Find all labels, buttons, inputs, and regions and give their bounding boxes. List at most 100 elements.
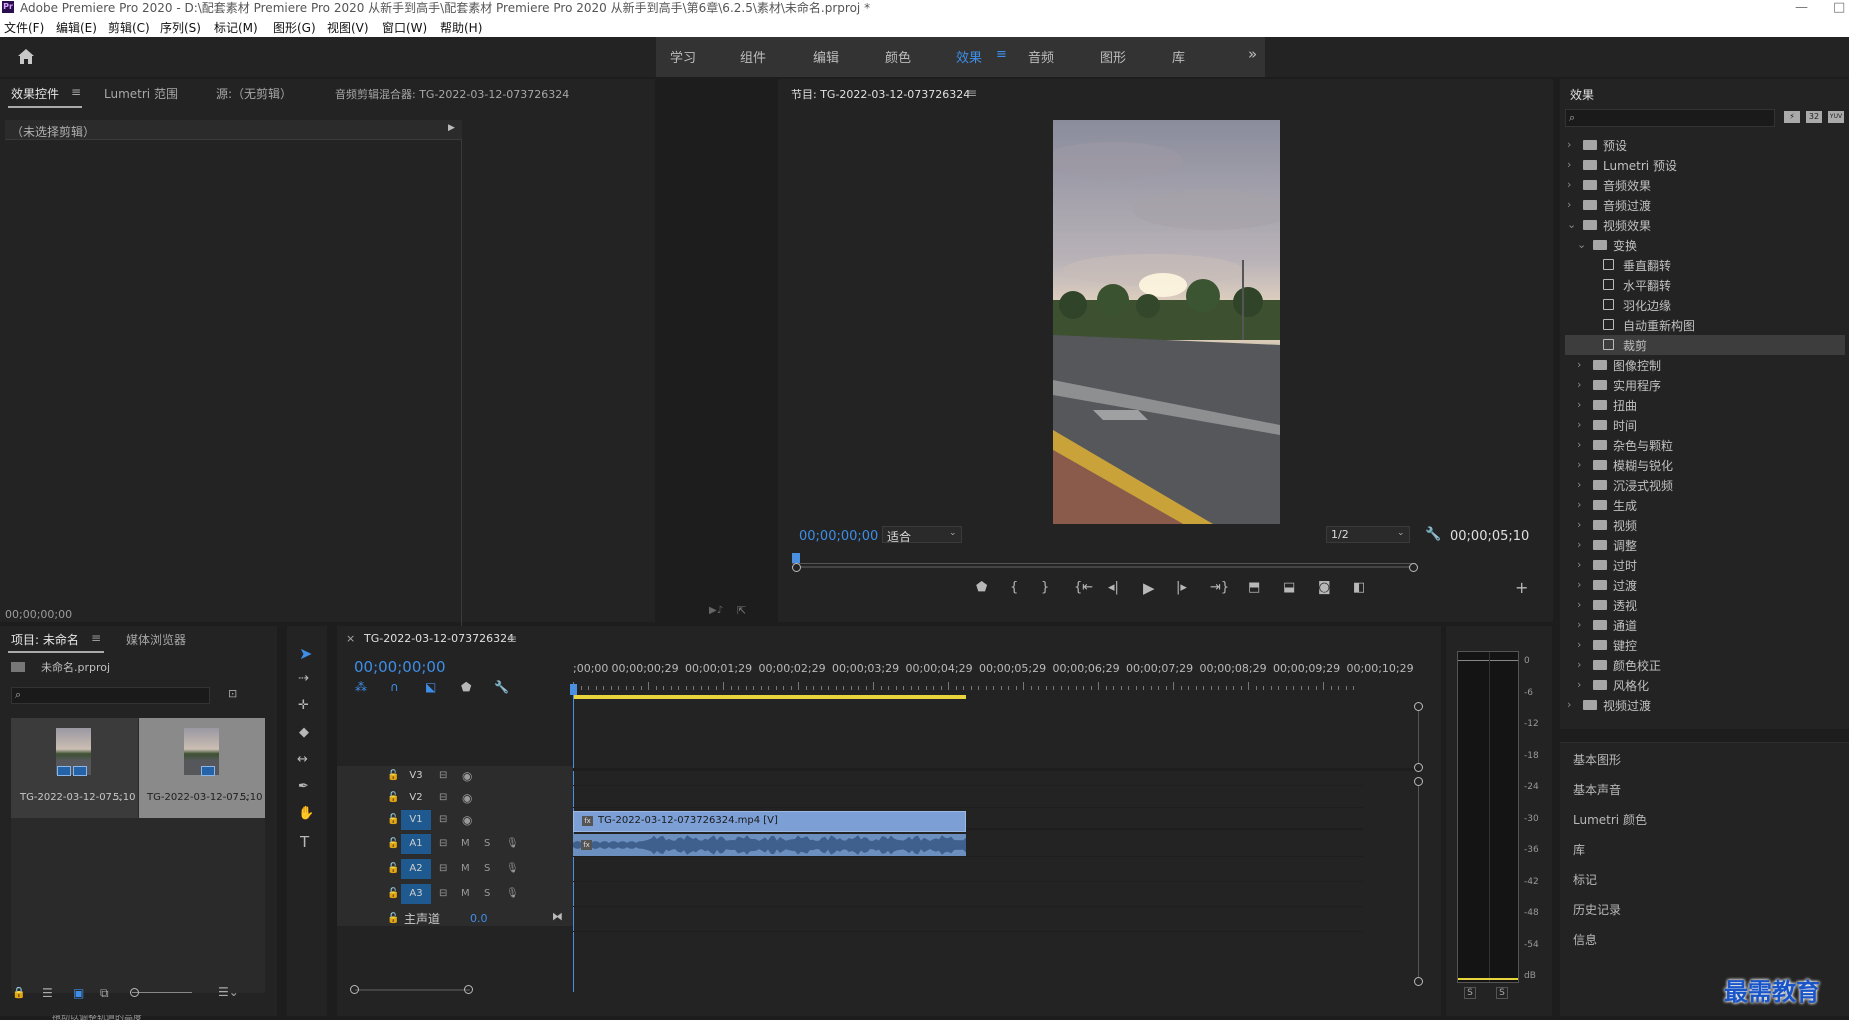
mute-button[interactable]: M: [461, 838, 470, 849]
effects-tree-item[interactable]: › 颜色校正: [1565, 655, 1845, 675]
tab-source[interactable]: 源:（无剪辑）: [216, 85, 292, 102]
effect-controls-timecode[interactable]: 00;00;00;00: [5, 608, 72, 621]
timeline-settings-icon[interactable]: 🔧: [494, 680, 509, 694]
chevron-down-icon[interactable]: ⌄: [1577, 238, 1586, 251]
track-target-v1[interactable]: V1: [401, 810, 431, 830]
chevron-right-icon[interactable]: ›: [1577, 358, 1581, 371]
project-item[interactable]: TG-2022-03-12-07... 5;10: [11, 718, 138, 818]
effects-tree-item[interactable]: › 扭曲: [1565, 395, 1845, 415]
effects-tree-item[interactable]: › 沉浸式视频: [1565, 475, 1845, 495]
new-search-bin-icon[interactable]: ⊡: [228, 687, 237, 700]
a2-lane[interactable]: [573, 859, 1363, 882]
solo-right-button[interactable]: S: [1496, 987, 1508, 999]
tab-lumetri-scopes[interactable]: Lumetri 范围: [104, 85, 178, 102]
freeform-view-icon[interactable]: ⧉: [100, 986, 109, 1001]
master-lane[interactable]: [573, 909, 1363, 932]
video-clip[interactable]: fx TG-2022-03-12-073726324.mp4 [V]: [573, 811, 966, 832]
accelerated-effects-icon[interactable]: ⚡: [1784, 111, 1800, 123]
menu-sequence[interactable]: 序列(S): [160, 19, 201, 36]
go-to-master-icon[interactable]: ⧓: [552, 910, 563, 923]
effects-tree-item[interactable]: › 模糊与锐化: [1565, 455, 1845, 475]
workspace-graphics[interactable]: 图形: [1100, 47, 1126, 66]
chevron-right-icon[interactable]: ›: [1567, 158, 1571, 171]
add-button-icon[interactable]: +: [1515, 578, 1528, 597]
v3-lane[interactable]: [573, 766, 1363, 786]
a3-lane[interactable]: [573, 884, 1363, 907]
panel-libraries[interactable]: 库: [1573, 841, 1585, 858]
solo-button[interactable]: S: [484, 863, 490, 874]
track-lock-icon[interactable]: 🔓: [387, 770, 399, 781]
camera-icon[interactable]: ◙: [1318, 580, 1331, 595]
solo-left-button[interactable]: S: [1464, 987, 1476, 999]
panel-markers[interactable]: 标记: [1573, 871, 1597, 888]
chevron-right-icon[interactable]: ›: [1577, 558, 1581, 571]
effects-tree-item[interactable]: › 视频: [1565, 515, 1845, 535]
mark-in-icon[interactable]: {: [1010, 580, 1018, 595]
eye-icon[interactable]: ◉: [462, 813, 472, 827]
menu-view[interactable]: 视图(V): [327, 19, 369, 36]
chevron-right-icon[interactable]: ›: [1567, 698, 1571, 711]
track-target-a3[interactable]: A3: [401, 884, 431, 904]
lift-icon[interactable]: ⬒: [1248, 580, 1260, 595]
workspace-color[interactable]: 颜色: [885, 47, 911, 66]
eye-icon[interactable]: ◉: [462, 791, 472, 805]
add-marker-icon[interactable]: ⬟: [461, 680, 471, 694]
effects-tree-item[interactable]: › 音频过渡: [1565, 195, 1845, 215]
scrub-bar[interactable]: [792, 563, 1416, 564]
expand-arrow-icon[interactable]: ▶: [448, 123, 455, 133]
panel-essential-sound[interactable]: 基本声音: [1573, 781, 1621, 798]
chevron-right-icon[interactable]: ›: [1577, 498, 1581, 511]
project-search-input[interactable]: ⌕: [11, 687, 210, 704]
panel-history[interactable]: 历史记录: [1573, 901, 1621, 918]
zoom-handle-right[interactable]: [1409, 563, 1418, 572]
voiceover-icon[interactable]: 🎙: [506, 838, 519, 849]
effects-tree-item[interactable]: › 时间: [1565, 415, 1845, 435]
step-back-icon[interactable]: ◂|: [1108, 580, 1119, 595]
track-lock-icon[interactable]: 🔓: [387, 814, 399, 825]
effects-tree-item[interactable]: › 杂色与颗粒: [1565, 435, 1845, 455]
chevron-right-icon[interactable]: ›: [1577, 378, 1581, 391]
resolution-dropdown[interactable]: 1/2 ⌄: [1326, 526, 1410, 543]
sync-lock-icon[interactable]: ⊟: [439, 838, 447, 849]
effects-tree-item[interactable]: › 实用程序: [1565, 375, 1845, 395]
menu-file[interactable]: 文件(F): [4, 19, 44, 36]
nest-icon[interactable]: ⁂: [355, 680, 367, 694]
effects-tree-item[interactable]: › 过时: [1565, 555, 1845, 575]
step-forward-icon[interactable]: |▸: [1176, 580, 1187, 595]
play-audio-icon[interactable]: ▶♪: [709, 605, 723, 616]
project-item[interactable]: TG-2022-03-12-07... 5;10: [139, 718, 265, 818]
time-ruler[interactable]: ;00;00 00;00;00;29 00;00;01;29 00;00;02;29 0…: [573, 662, 1414, 692]
sync-lock-icon[interactable]: ⊟: [439, 863, 447, 874]
sequence-tab[interactable]: TG-2022-03-12-073726324: [364, 632, 514, 645]
chevron-right-icon[interactable]: ›: [1577, 538, 1581, 551]
track-target-a2[interactable]: A2: [401, 859, 431, 879]
v-scroll-handle-top[interactable]: [1414, 702, 1423, 711]
add-marker-icon[interactable]: ⬟: [976, 580, 987, 595]
chevron-right-icon[interactable]: ›: [1577, 658, 1581, 671]
effects-tree-item[interactable]: 垂直翻转: [1565, 255, 1845, 275]
menu-window[interactable]: 窗口(W): [382, 19, 427, 36]
workspace-more-icon[interactable]: »: [1248, 45, 1257, 63]
chevron-right-icon[interactable]: ›: [1577, 618, 1581, 631]
chevron-right-icon[interactable]: ›: [1577, 638, 1581, 651]
workspace-learn[interactable]: 学习: [670, 47, 696, 66]
effects-tree-item[interactable]: 水平翻转: [1565, 275, 1845, 295]
selection-tool-icon[interactable]: ➤: [299, 644, 312, 663]
workspace-assembly[interactable]: 组件: [740, 47, 766, 66]
effects-tree-item[interactable]: › 音频效果: [1565, 175, 1845, 195]
minimize-button[interactable]: —: [1795, 0, 1808, 15]
workspace-effects[interactable]: 效果: [956, 47, 982, 66]
chevron-right-icon[interactable]: ›: [1577, 438, 1581, 451]
export-frame-icon[interactable]: ⇱: [737, 604, 746, 617]
sync-lock-icon[interactable]: ⊟: [439, 814, 447, 825]
work-area-bar[interactable]: [573, 695, 966, 699]
go-to-out-icon[interactable]: ⇥}: [1210, 580, 1229, 595]
effects-tree-item[interactable]: › 键控: [1565, 635, 1845, 655]
v-scroll-handle-mid[interactable]: [1414, 763, 1423, 772]
track-target-a1[interactable]: A1: [401, 834, 431, 854]
track-lock-icon[interactable]: 🔓: [387, 838, 399, 849]
menu-help[interactable]: 帮助(H): [440, 19, 482, 36]
32bit-effects-icon[interactable]: 32: [1806, 111, 1822, 123]
v2-lane[interactable]: [573, 788, 1363, 808]
icon-view-icon[interactable]: ▣: [73, 986, 84, 1000]
